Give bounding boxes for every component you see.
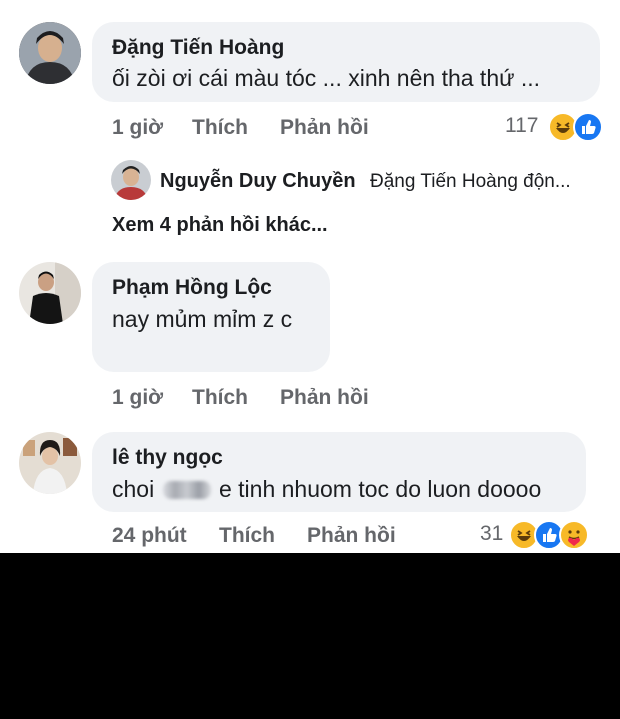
blurred-word bbox=[162, 481, 211, 499]
reaction-count: 31 bbox=[480, 522, 504, 545]
comment-text: choi e tinh nhuom toc do luon doooo bbox=[112, 476, 541, 503]
black-area bbox=[0, 553, 620, 719]
reply-action[interactable]: Phản hồi bbox=[280, 386, 369, 410]
reply-avatar-image bbox=[111, 160, 151, 200]
reply-action[interactable]: Phản hồi bbox=[280, 116, 369, 140]
avatar[interactable] bbox=[19, 262, 81, 324]
reaction-count: 117 bbox=[505, 114, 539, 137]
comment-actions: 1 giờ Thích Phản hồi bbox=[112, 386, 412, 412]
comment-author[interactable]: Phạm Hồng Lộc bbox=[112, 276, 272, 300]
comments-panel: Đặng Tiến Hoàng ối zòi ơi cái màu tóc ..… bbox=[0, 0, 620, 553]
comment-time[interactable]: 1 giờ bbox=[112, 116, 163, 140]
comment-text: nay mủm mỉm z c bbox=[112, 306, 293, 332]
like-action[interactable]: Thích bbox=[192, 116, 248, 140]
avatar[interactable] bbox=[19, 432, 81, 494]
reply-preview[interactable]: Nguyễn Duy Chuyền Đặng Tiến Hoàng độn... bbox=[160, 170, 600, 196]
avatar-image bbox=[19, 22, 81, 84]
view-more-replies-link[interactable]: Xem 4 phản hồi khác... bbox=[112, 214, 328, 237]
comment-text: ối zòi ơi cái màu tóc ... xinh nên tha t… bbox=[112, 65, 541, 91]
reply-snippet: Đặng Tiến Hoàng độn... bbox=[370, 171, 571, 192]
reply-avatar[interactable] bbox=[111, 160, 151, 200]
comment-author[interactable]: lê thy ngọc bbox=[112, 446, 223, 470]
comment-actions: 1 giờ Thích Phản hồi bbox=[112, 116, 412, 142]
avatar-image bbox=[19, 432, 81, 494]
comment-time[interactable]: 24 phút bbox=[112, 524, 187, 548]
avatar[interactable] bbox=[19, 22, 81, 84]
reaction-summary[interactable]: 31 bbox=[480, 520, 600, 550]
avatar-image bbox=[19, 262, 81, 324]
like-icon bbox=[573, 112, 603, 142]
comment-text-end: e tinh nhuom toc do luon doooo bbox=[218, 476, 542, 502]
reply-author[interactable]: Nguyễn Duy Chuyền bbox=[160, 170, 356, 193]
comment-actions: 24 phút Thích Phản hồi bbox=[112, 524, 452, 550]
like-action[interactable]: Thích bbox=[192, 386, 248, 410]
comment-text-start: choi bbox=[112, 476, 155, 502]
reaction-summary[interactable]: 117 bbox=[505, 112, 605, 142]
care-icon bbox=[559, 520, 589, 550]
comment-author[interactable]: Đặng Tiến Hoàng bbox=[112, 36, 284, 60]
comment-time[interactable]: 1 giờ bbox=[112, 386, 163, 410]
like-action[interactable]: Thích bbox=[219, 524, 275, 548]
reply-action[interactable]: Phản hồi bbox=[307, 524, 396, 548]
